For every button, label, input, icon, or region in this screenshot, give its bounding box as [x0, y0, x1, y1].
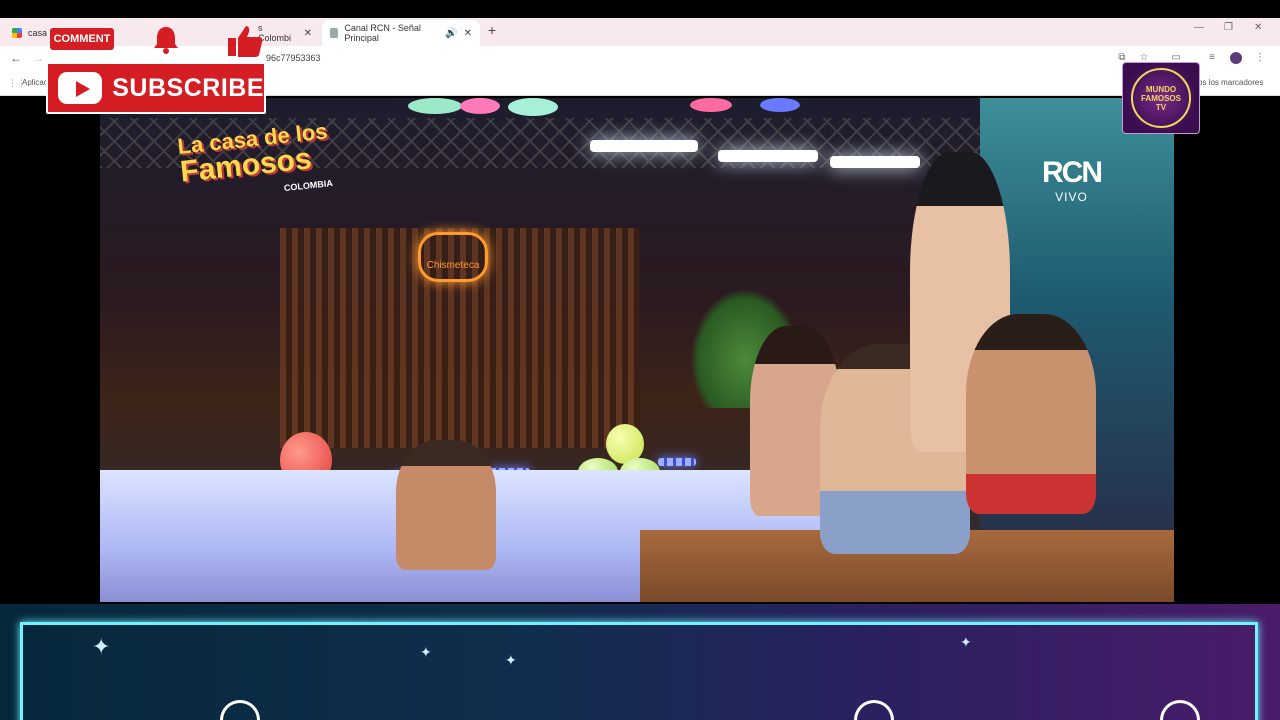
- balloon: [760, 98, 800, 112]
- thumbs-up-icon[interactable]: [226, 24, 264, 58]
- banner-frame: [20, 622, 1258, 720]
- menu-icon[interactable]: ⋮: [1254, 52, 1266, 64]
- star-icon: ✦: [505, 652, 517, 668]
- close-window-icon[interactable]: ✕: [1254, 22, 1262, 33]
- balloon: [460, 98, 500, 114]
- google-icon: [12, 28, 22, 38]
- person-in-tub: [396, 440, 496, 570]
- bookmark-apps[interactable]: Aplicac: [22, 78, 48, 87]
- tab-canal-rcn[interactable]: Canal RCN - Señal Principal 🔊 ✕: [322, 20, 480, 46]
- stage-light: [590, 140, 698, 152]
- balloon: [508, 98, 558, 116]
- stage-light: [830, 156, 920, 168]
- network-mark: RCN: [1042, 156, 1103, 189]
- back-arrow-icon[interactable]: ←: [10, 51, 22, 65]
- led-strip: [658, 458, 696, 466]
- social-overlay: COMMENT SUBSCRIBE: [46, 24, 268, 116]
- live-label: VIVO: [1055, 190, 1088, 204]
- channel-logo-text: MUNDO FAMOSOS TV: [1140, 84, 1181, 112]
- star-icon: ✦: [420, 644, 432, 660]
- tv-icon: [330, 28, 339, 38]
- minimize-icon[interactable]: —: [1194, 22, 1204, 33]
- balloon: [408, 98, 462, 114]
- url-field[interactable]: 96c77953363: [266, 53, 321, 63]
- star-icon: ✦: [92, 634, 111, 659]
- stage-light: [718, 150, 818, 162]
- subscribe-label: SUBSCRIBE: [112, 73, 264, 102]
- subscribe-button[interactable]: SUBSCRIBE: [46, 62, 266, 114]
- tab-label: casa: [28, 28, 48, 38]
- comment-button[interactable]: COMMENT: [50, 28, 114, 50]
- sign-text: Chismeteca: [426, 260, 480, 271]
- channel-logo: MUNDO FAMOSOS TV: [1122, 62, 1200, 134]
- balloon: [690, 98, 732, 112]
- restore-icon[interactable]: ❐: [1224, 22, 1233, 33]
- star-icon: ✦: [960, 634, 972, 650]
- person-seated-man-right: [966, 314, 1096, 514]
- channel-logo-ring: MUNDO FAMOSOS TV: [1131, 68, 1191, 128]
- close-icon[interactable]: ✕: [304, 28, 312, 39]
- bookmark-all[interactable]: os los marcadores: [1198, 78, 1263, 87]
- close-icon[interactable]: ✕: [464, 28, 472, 39]
- video-player[interactable]: Chismeteca La casa de los Famosos COLOMB…: [100, 98, 1174, 602]
- youtube-icon: [58, 72, 103, 104]
- new-tab-button[interactable]: +: [484, 22, 500, 38]
- profile-avatar[interactable]: [1230, 52, 1242, 64]
- speaker-icon[interactable]: 🔊: [445, 28, 457, 39]
- neon-sign: Chismeteca: [418, 232, 488, 282]
- network-logo: RCN VIVO: [1042, 156, 1103, 204]
- stream-overlay-banner: ✦ ✦ ✦ ✦: [0, 604, 1280, 720]
- media-control-icon[interactable]: ≡: [1206, 52, 1218, 64]
- forward-arrow-icon[interactable]: →: [32, 51, 44, 65]
- screen: casa s Colombi ✕ Canal RCN - Señal Princ…: [0, 0, 1280, 720]
- tab-label: Canal RCN - Señal Principal: [344, 23, 421, 43]
- show-logo: La casa de los Famosos COLOMBIA: [176, 118, 334, 211]
- bell-icon[interactable]: [150, 24, 182, 56]
